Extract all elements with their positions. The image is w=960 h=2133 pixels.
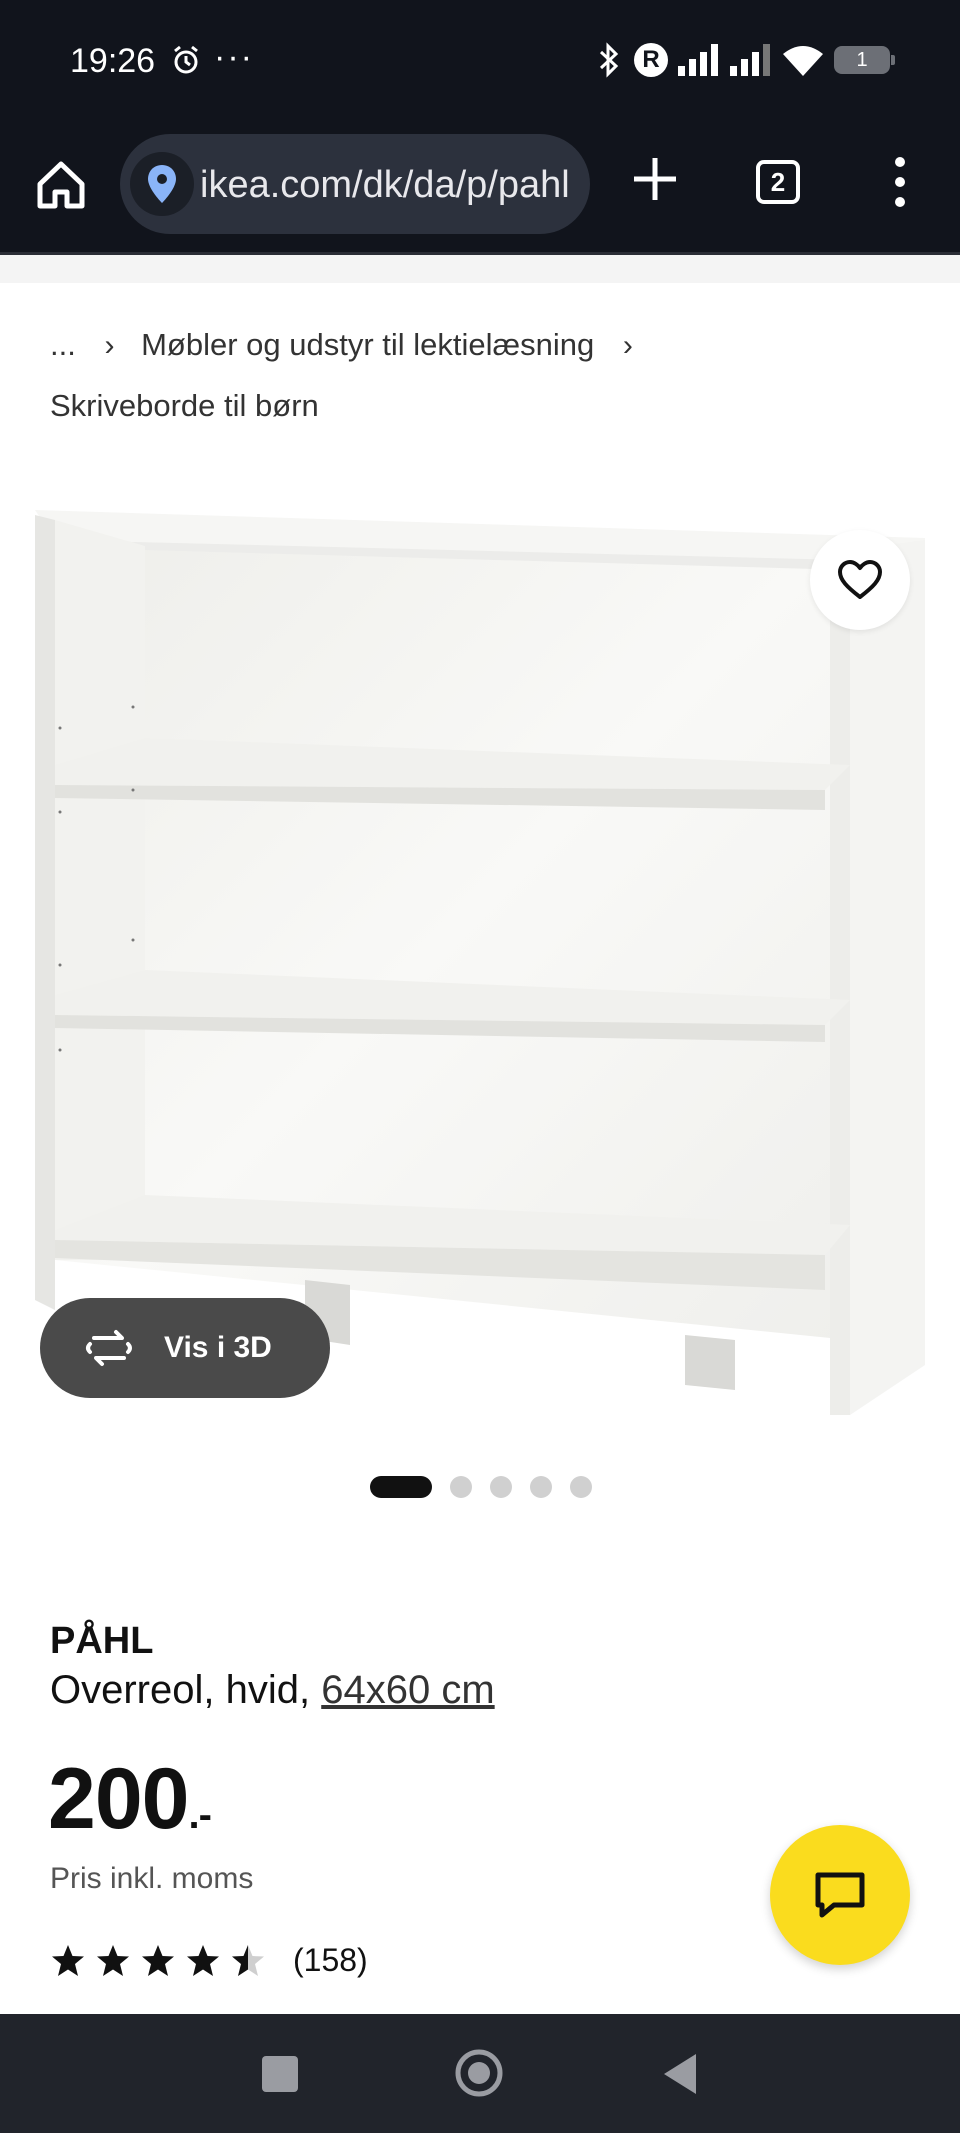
status-indicators: R 1 — [594, 40, 895, 80]
carousel-dot-4[interactable] — [530, 1476, 552, 1498]
image-carousel-dots — [370, 1476, 592, 1498]
star-icon — [142, 1944, 174, 1976]
system-navigation-bar — [0, 2014, 960, 2133]
status-more-dots: ··· — [214, 38, 254, 76]
menu-icon[interactable] — [890, 152, 910, 212]
location-badge[interactable] — [130, 152, 194, 216]
star-icon — [97, 1944, 129, 1976]
product-description-text: Overreol, hvid, — [50, 1668, 311, 1712]
alarm-icon — [174, 45, 198, 74]
chat-button[interactable] — [770, 1825, 910, 1965]
location-icon — [148, 165, 176, 203]
carousel-dot-1[interactable] — [370, 1476, 432, 1498]
star-icon — [187, 1944, 219, 1976]
review-count[interactable]: (158) — [293, 1942, 368, 1979]
carousel-dot-2[interactable] — [450, 1476, 472, 1498]
new-tab-plus-icon[interactable] — [630, 154, 680, 204]
tabs-count-button[interactable]: 2 — [756, 160, 800, 204]
product-description: Overreol, hvid, 64x60 cm — [50, 1668, 495, 1713]
view-in-3d-button[interactable]: Vis i 3D — [40, 1298, 330, 1398]
status-bar: 19:26 ··· R 1 — [0, 0, 960, 122]
price-suffix: .- — [188, 1793, 212, 1837]
home-circle-icon[interactable] — [454, 2048, 504, 2098]
product-image[interactable] — [0, 480, 960, 1440]
view-in-3d-label: Vis i 3D — [164, 1331, 272, 1364]
breadcrumb-item-kids-desks[interactable]: Skriveborde til børn — [50, 376, 910, 436]
r-badge-icon: R — [634, 43, 668, 77]
price-value: 200 — [48, 1751, 189, 1847]
recents-square-icon[interactable] — [262, 2056, 298, 2092]
carousel-dot-3[interactable] — [490, 1476, 512, 1498]
product-name: PÅHL — [50, 1620, 154, 1662]
home-icon[interactable] — [34, 158, 88, 212]
back-triangle-icon[interactable] — [660, 2052, 700, 2096]
favorite-button[interactable] — [810, 530, 910, 630]
chat-icon — [815, 1872, 865, 1918]
bluetooth-icon — [599, 42, 619, 78]
status-time: 19:26 — [70, 42, 156, 80]
product-price: 200.- — [48, 1750, 212, 1849]
star-half-icon — [232, 1944, 264, 1976]
price-note: Pris inkl. moms — [50, 1862, 254, 1895]
product-size-link[interactable]: 64x60 cm — [321, 1668, 494, 1712]
chevron-right-icon: › — [622, 329, 633, 362]
battery-icon: 1 — [834, 46, 895, 74]
browser-toolbar: ikea.com/dk/da/p/pahl 2 — [0, 122, 960, 255]
star-icon — [52, 1944, 84, 1976]
breadcrumb-item-homework-furniture[interactable]: Møbler og udstyr til lektielæsning — [141, 315, 594, 375]
url-text[interactable]: ikea.com/dk/da/p/pahl — [200, 164, 580, 207]
carousel-dot-5[interactable] — [570, 1476, 592, 1498]
url-bar[interactable]: ikea.com/dk/da/p/pahl — [120, 134, 590, 234]
page-top-strip — [0, 255, 960, 283]
rotate-3d-icon — [86, 1330, 132, 1366]
breadcrumb-ellipsis[interactable]: ... — [50, 315, 76, 375]
heart-icon — [838, 560, 882, 599]
signal-icon — [678, 44, 718, 76]
signal-2-icon — [730, 44, 770, 76]
product-rating[interactable]: (158) — [50, 1942, 368, 1979]
breadcrumb: ... › Møbler og udstyr til lektielæsning… — [50, 315, 910, 436]
chevron-right-icon: › — [104, 329, 115, 362]
wifi-icon — [783, 46, 823, 76]
